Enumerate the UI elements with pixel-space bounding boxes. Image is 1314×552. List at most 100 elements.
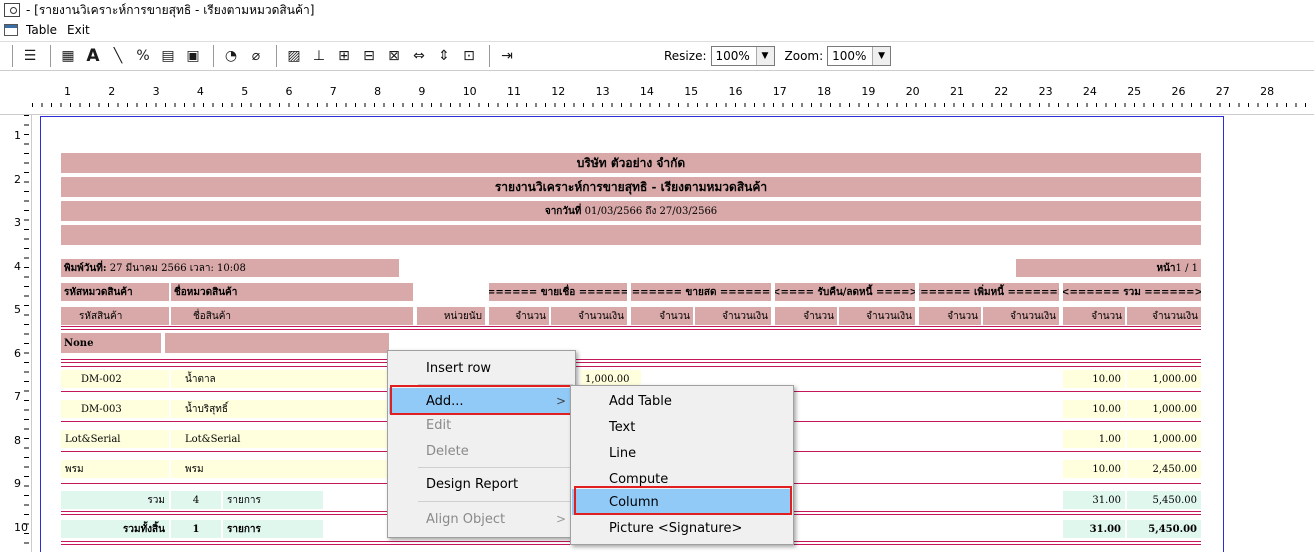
subtotal-qty[interactable]: 31.00 <box>1063 491 1125 509</box>
ruler-number: 4 <box>196 85 204 98</box>
submenu-line[interactable]: Line <box>572 440 792 466</box>
menu-edit[interactable]: Edit <box>389 412 574 438</box>
chevron-down-icon[interactable]: ▼ <box>755 47 774 65</box>
header-debit-qty[interactable]: จำนวน <box>919 307 981 325</box>
resize-value: 100% <box>715 49 750 63</box>
subtotal-label[interactable]: รวม <box>61 491 169 509</box>
align-bottom-icon[interactable]: ⊟ <box>358 45 380 67</box>
group-category-name[interactable] <box>165 333 389 353</box>
table-icon[interactable]: ▦ <box>57 45 79 67</box>
row-1-total-amount[interactable]: 1,000.00 <box>1127 370 1201 388</box>
header-total[interactable]: <====== รวม ======> <box>1063 283 1201 301</box>
header-category-name[interactable]: ชื่อหมวดสินค้า <box>171 283 413 301</box>
menu-exit[interactable]: Exit <box>67 23 90 37</box>
subtotal-amount[interactable]: 5,450.00 <box>1127 491 1201 509</box>
menu-align-object-label: Align Object <box>426 511 506 527</box>
header-cash-qty[interactable]: จำนวน <box>631 307 693 325</box>
picture-icon[interactable]: ▣ <box>182 45 204 67</box>
printed-date[interactable]: พิมพ์วันที่: 27 มีนาคม 2566 เวลา: 10:08 <box>61 259 399 277</box>
row-4-total-amount[interactable]: 2,450.00 <box>1127 460 1201 478</box>
blank-band[interactable] <box>61 225 1201 245</box>
header-product-code[interactable]: รหัสสินค้า <box>61 307 169 325</box>
menu-separator <box>418 467 573 468</box>
header-returns[interactable]: <==== รับคืน/ลดหนี้ ====> <box>775 283 915 301</box>
row-3-name[interactable]: Lot&Serial <box>171 430 389 448</box>
width-icon[interactable]: ⇔ <box>408 45 430 67</box>
menu-table[interactable]: Table <box>26 23 57 37</box>
row-divider <box>61 366 1201 367</box>
zoom-select[interactable]: 100% ▼ <box>827 46 892 66</box>
header-credit-amount[interactable]: จำนวนเงิน <box>551 307 627 325</box>
report-title[interactable]: รายงานวิเคราะห์การขายสุทธิ - เรียงตามหมว… <box>61 177 1201 197</box>
company-name[interactable]: บริษัท ตัวอย่าง จำกัด <box>61 153 1201 173</box>
row-4-total-qty[interactable]: 10.00 <box>1063 460 1125 478</box>
date-range-band[interactable]: จากวันที่ 01/03/2566 ถึง 27/03/2566 <box>61 201 1201 221</box>
row-1-code[interactable]: DM-002 <box>61 370 169 388</box>
page-number[interactable]: หน้า 1 / 1 <box>1016 259 1201 277</box>
menu-delete[interactable]: Delete <box>389 438 574 464</box>
header-debit-amount[interactable]: จำนวนเงิน <box>983 307 1059 325</box>
printed-prefix: พิมพ์วันที่: <box>64 262 107 274</box>
subtotal-count[interactable]: 4 <box>171 491 221 509</box>
eraser-icon[interactable]: ⌀ <box>245 45 267 67</box>
row-2-total-amount[interactable]: 1,000.00 <box>1127 400 1201 418</box>
height-icon[interactable]: ⇕ <box>433 45 455 67</box>
menu-insert-row[interactable]: Insert row <box>389 355 574 381</box>
header-product-name[interactable]: ชื่อสินค้า <box>171 307 413 325</box>
align-top-icon[interactable]: ⊥ <box>308 45 330 67</box>
row-1-name[interactable]: น้ำตาล <box>171 370 389 388</box>
ruler-number: 13 <box>595 85 610 98</box>
row-4-code[interactable]: พรม <box>61 460 169 478</box>
compute-icon[interactable]: ▤ <box>157 45 179 67</box>
submenu-text[interactable]: Text <box>572 414 792 440</box>
toolbar-separator <box>276 45 277 67</box>
header-debit[interactable]: <====== เพิ่มหนี้ ======> <box>919 283 1059 301</box>
menu-design-report[interactable]: Design Report <box>389 471 574 497</box>
ruler-number: 4 <box>14 259 21 273</box>
properties-icon[interactable]: ◔ <box>220 45 242 67</box>
row-3-total-qty[interactable]: 1.00 <box>1063 430 1125 448</box>
layout-icon[interactable]: ▨ <box>283 45 305 67</box>
row-2-name[interactable]: น้ำบริสุทธิ์ <box>171 400 389 418</box>
header-credit-qty[interactable]: จำนวน <box>489 307 549 325</box>
title-bar: - [รายงานวิเคราะห์การขายสุทธิ - เรียงตาม… <box>0 0 1314 20</box>
grandtotal-amount[interactable]: 5,450.00 <box>1127 520 1201 538</box>
ruler-number: 8 <box>374 85 382 98</box>
submenu-picture-signature[interactable]: Picture <Signature> <box>572 515 792 541</box>
ruler-number: 7 <box>329 85 337 98</box>
header-credit-sales[interactable]: <====== ขายเชื่อ ======> <box>489 283 627 301</box>
align-middle-icon[interactable]: ⊞ <box>333 45 355 67</box>
align-left-icon[interactable]: ☰ <box>19 45 41 67</box>
exit-icon[interactable]: ⇥ <box>496 45 518 67</box>
resize-select[interactable]: 100% ▼ <box>710 46 775 66</box>
subtotal-unit[interactable]: รายการ <box>223 491 323 509</box>
header-category-code[interactable]: รหัสหมวดสินค้า <box>61 283 169 301</box>
group-category-none[interactable]: None <box>61 333 161 353</box>
submenu-add-table[interactable]: Add Table <box>572 388 792 414</box>
grandtotal-count[interactable]: 1 <box>171 520 221 538</box>
row-2-total-qty[interactable]: 10.00 <box>1063 400 1125 418</box>
row-4-name[interactable]: พรม <box>171 460 389 478</box>
line-icon[interactable]: ╲ <box>107 45 129 67</box>
size-icon[interactable]: ⊡ <box>458 45 480 67</box>
percent-icon[interactable]: % <box>132 45 154 67</box>
row-2-code[interactable]: DM-003 <box>61 400 169 418</box>
grandtotal-unit[interactable]: รายการ <box>223 520 323 538</box>
row-3-code[interactable]: Lot&Serial <box>61 430 169 448</box>
menu-align-object[interactable]: Align Object > <box>389 506 574 532</box>
header-divider <box>61 326 1201 327</box>
header-unit[interactable]: หน่วยนับ <box>417 307 485 325</box>
text-icon[interactable]: A <box>82 45 104 67</box>
distribute-icon[interactable]: ⊠ <box>383 45 405 67</box>
grandtotal-qty[interactable]: 31.00 <box>1063 520 1125 538</box>
header-return-qty[interactable]: จำนวน <box>775 307 837 325</box>
header-cash-amount[interactable]: จำนวนเงิน <box>695 307 771 325</box>
grandtotal-label[interactable]: รวมทั้งสิ้น <box>61 520 169 538</box>
header-total-amount[interactable]: จำนวนเงิน <box>1127 307 1201 325</box>
chevron-down-icon[interactable]: ▼ <box>872 47 891 65</box>
row-1-total-qty[interactable]: 10.00 <box>1063 370 1125 388</box>
header-return-amount[interactable]: จำนวนเงิน <box>839 307 915 325</box>
header-cash-sales[interactable]: <====== ขายสด ======> <box>631 283 771 301</box>
row-3-total-amount[interactable]: 1,000.00 <box>1127 430 1201 448</box>
header-total-qty[interactable]: จำนวน <box>1063 307 1125 325</box>
